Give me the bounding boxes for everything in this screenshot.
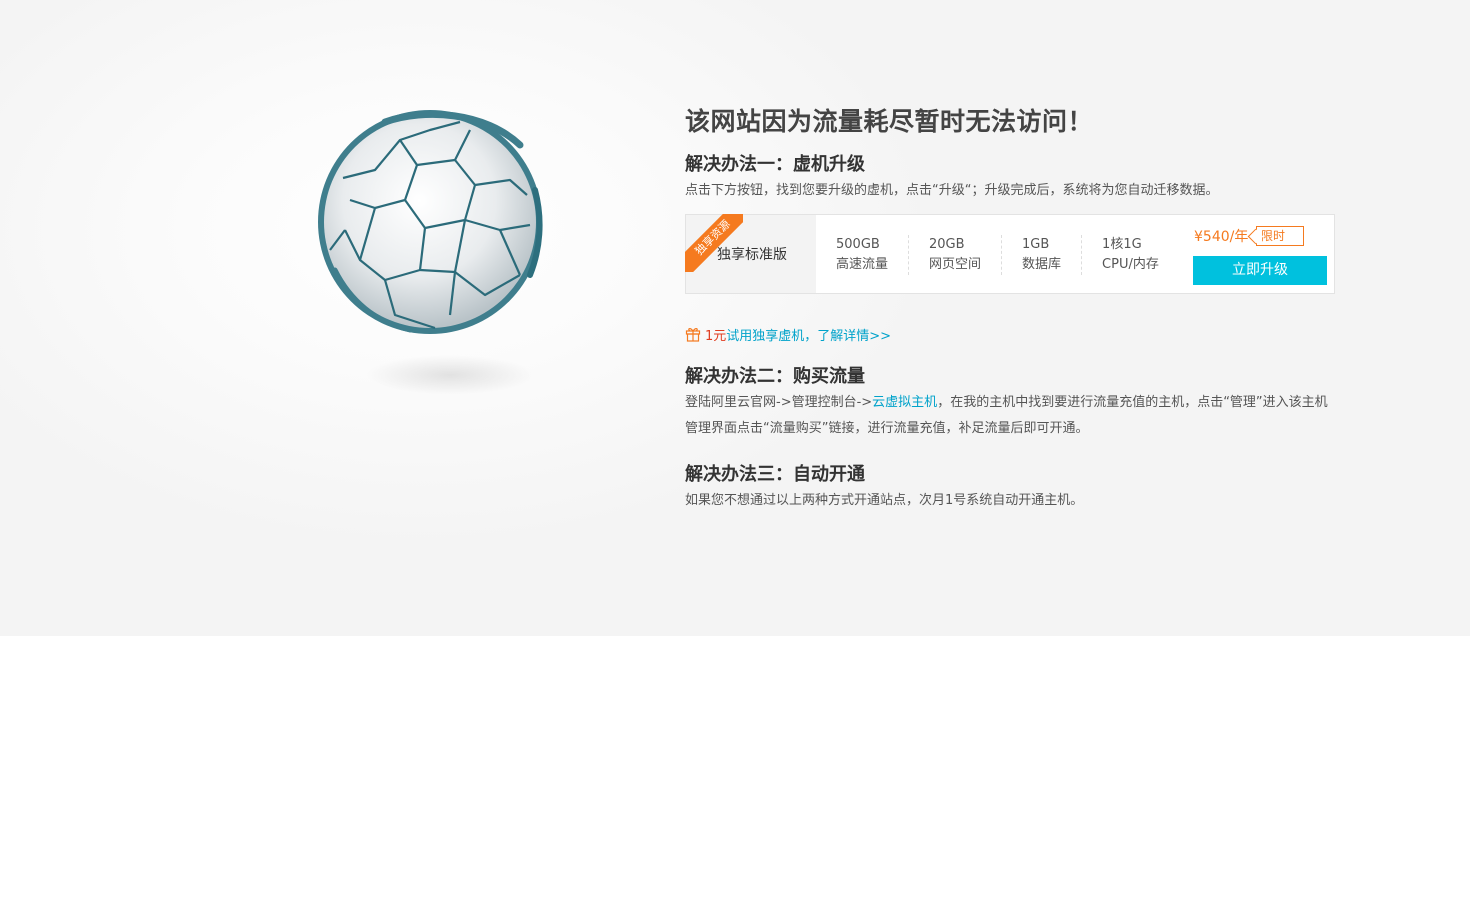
virtual-host-link[interactable]: 云虚拟主机 [872,395,937,410]
spec-database: 1GB 数据库 [1001,235,1081,275]
globe-shadow [365,355,535,395]
exclusive-ribbon: 独享资源 [685,214,743,272]
cracked-globe-graphic [318,110,543,334]
limited-time-tag: 限时 [1256,226,1304,246]
solution2-title: 解决办法二：购买流量 [685,366,865,387]
solution2-desc-before: 登陆阿里云官网->管理控制台-> [685,395,873,410]
gift-icon [685,328,701,342]
promo-link[interactable]: 试用独享虚机，了解详情>> [726,324,891,350]
product-specs: 500GB 高速流量 20GB 网页空间 1GB 数据库 1核1G CPU/内存 [836,235,1179,275]
spec-space: 20GB 网页空间 [908,235,1001,275]
spec-label: CPU/内存 [1102,257,1159,272]
product-card: 独享标准版 独享资源 500GB 高速流量 20GB 网页空间 1GB 数据库 [685,214,1335,294]
promo-price: 1元 [705,329,727,344]
solution1-desc: 点击下方按钮，找到您要升级的虚机，点击“升级“；升级完成后，系统将为您自动迁移数… [685,183,1219,198]
spec-label: 网页空间 [929,257,982,272]
hero-area: 该网站因为流量耗尽暂时无法访问！ 解决办法一：虚机升级 点击下方按钮，找到您要升… [0,0,1470,636]
solution2-desc: 登陆阿里云官网->管理控制台->云虚拟主机，在我的主机中找到要进行流量充值的主机… [685,390,1335,442]
solution3-desc: 如果您不想通过以上两种方式开通站点，次月1号系统自动开通主机。 [685,493,1084,508]
spec-value: 20GB [929,237,965,252]
spec-label: 高速流量 [836,257,889,272]
spec-value: 1GB [1022,237,1050,252]
solution3-title: 解决办法三：自动开通 [685,464,865,485]
spec-value: 1核1G [1102,237,1142,252]
product-price: ¥540/年 [1194,229,1249,245]
spec-value: 500GB [836,237,880,252]
spec-traffic: 500GB 高速流量 [836,235,908,275]
upgrade-now-button[interactable]: 立即升级 [1193,256,1327,285]
page-title: 该网站因为流量耗尽暂时无法访问！ [685,107,1094,136]
cracked-globe-icon [305,100,555,400]
solution1-title: 解决办法一：虚机升级 [685,154,865,175]
spec-cpu-memory: 1核1G CPU/内存 [1081,235,1179,275]
content-panel: 该网站因为流量耗尽暂时无法访问！ 解决办法一：虚机升级 点击下方按钮，找到您要升… [685,104,1335,514]
ribbon-container: 独享资源 [685,214,743,272]
promo-line: 1元 试用独享虚机，了解详情>> [685,324,1335,350]
spec-label: 数据库 [1022,257,1062,272]
